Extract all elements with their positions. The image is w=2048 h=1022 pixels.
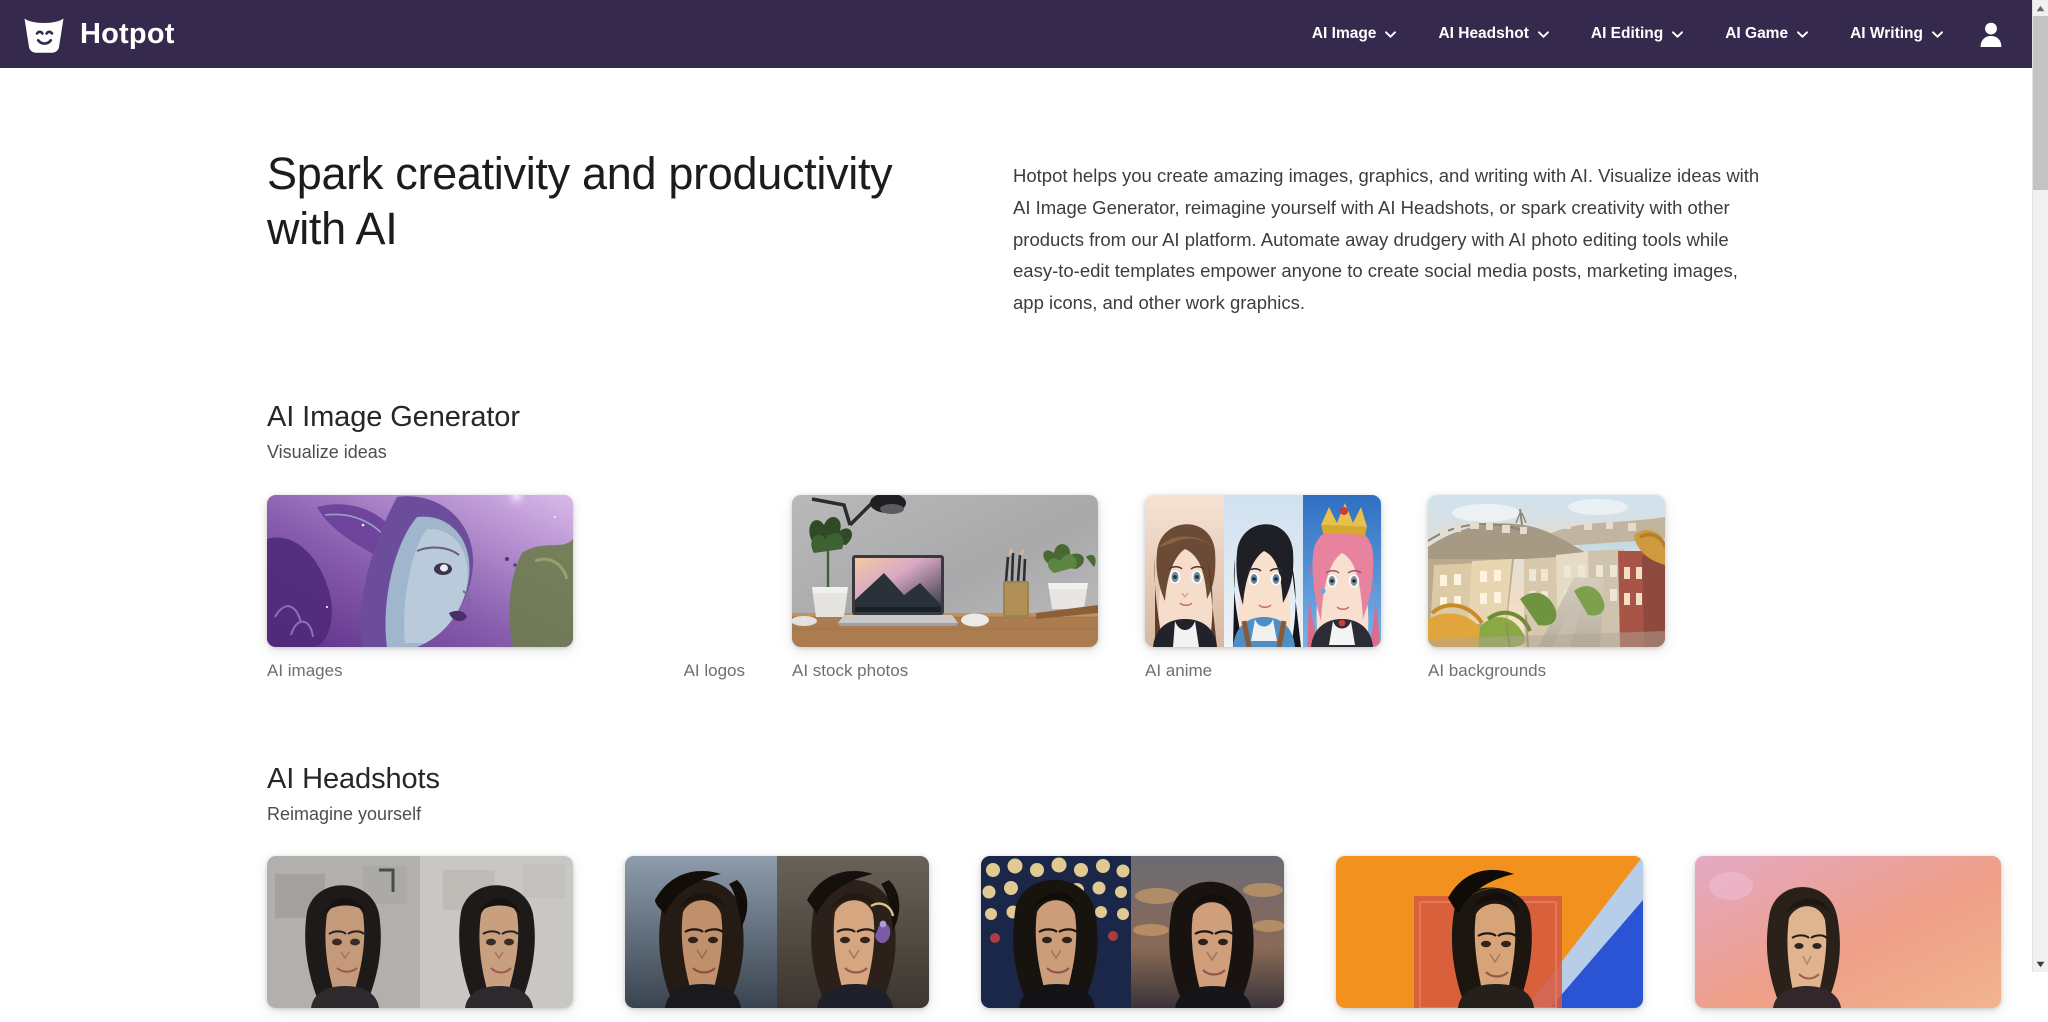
headshot-card-row — [267, 856, 2032, 1022]
product-card-ai-logos[interactable]: AI logos — [620, 495, 745, 681]
section-title: AI Headshots — [267, 762, 440, 795]
chevron-down-icon — [1797, 30, 1809, 38]
thumbnail-headshot-office-pair — [267, 856, 573, 1009]
product-card-label: AI logos — [683, 660, 745, 680]
page-title: Spark creativity and productivity with A… — [267, 148, 893, 255]
nav-item-label: AI Editing — [1590, 25, 1664, 42]
main-navigation: AI Image AI Headshot AI Editing AI Game — [1291, 11, 2032, 57]
nav-item-label: AI Image — [1311, 25, 1377, 42]
scroll-up-arrow-icon[interactable] — [2033, 0, 2048, 16]
chevron-down-icon — [1537, 30, 1549, 38]
headshot-card-office-pair[interactable] — [267, 856, 573, 1022]
thumbnail-anime-girls-triptych — [1145, 494, 1381, 647]
thumbnail-headshot-pink-portrait — [1695, 856, 2001, 1009]
product-card-label: AI images — [267, 660, 343, 680]
section-ai-headshots: AI Headshots Reimagine yourself — [267, 761, 2032, 1022]
chevron-down-icon — [1385, 30, 1397, 38]
hero-section: Spark creativity and productivity with A… — [267, 68, 2032, 319]
hotpot-smiley-pot-icon — [24, 18, 64, 53]
product-card-label: AI anime — [1145, 660, 1213, 680]
headshot-card-orange-graphic[interactable] — [1336, 856, 1643, 1022]
chevron-down-icon — [1672, 30, 1684, 38]
thumbnail-desk-laptop-photo — [792, 494, 1098, 647]
product-card-ai-images[interactable]: AI images — [267, 494, 573, 681]
thumbnail-headshot-dark-hair-pair — [625, 856, 929, 1009]
brand-name: Hotpot — [80, 17, 175, 50]
page-body: Spark creativity and productivity with A… — [0, 68, 2032, 1009]
scrollbar-thumb[interactable] — [2033, 16, 2048, 190]
nav-item-ai-game[interactable]: AI Game — [1704, 17, 1829, 51]
section-subtitle: Reimagine yourself — [267, 804, 422, 825]
thumbnail-headshot-bokeh-pair — [981, 856, 1284, 1009]
thumbnail-placeholder-empty — [620, 495, 745, 647]
product-card-ai-stock-photos[interactable]: AI stock photos — [792, 494, 1098, 681]
nav-item-label: AI Game — [1725, 25, 1789, 42]
product-card-ai-backgrounds[interactable]: AI backgrounds — [1428, 494, 1665, 681]
section-ai-image-generator: AI Image Generator Visualize ideas AI im… — [267, 399, 2032, 681]
nav-item-label: AI Headshot — [1438, 25, 1529, 42]
nav-item-label: AI Writing — [1850, 25, 1923, 42]
section-subtitle: Visualize ideas — [267, 442, 387, 463]
headshot-card-pink-portrait[interactable] — [1695, 856, 2001, 1022]
brand-logo-link[interactable]: Hotpot — [22, 14, 175, 54]
nav-item-ai-headshot[interactable]: AI Headshot — [1417, 17, 1569, 51]
thumbnail-fantasy-elf-portrait — [267, 494, 573, 647]
nav-item-ai-writing[interactable]: AI Writing — [1829, 17, 1964, 51]
nav-item-ai-editing[interactable]: AI Editing — [1570, 17, 1704, 51]
headshot-card-bokeh-pair[interactable] — [981, 856, 1284, 1022]
product-card-label: AI stock photos — [792, 660, 909, 680]
user-avatar-icon — [1980, 22, 2002, 47]
page-scrollbar[interactable] — [2032, 0, 2048, 972]
chevron-down-icon — [1932, 30, 1943, 38]
hero-description: Hotpot helps you create amazing images, … — [1013, 165, 1760, 314]
scroll-down-arrow-icon[interactable] — [2033, 956, 2048, 972]
product-card-ai-anime[interactable]: AI anime — [1145, 494, 1381, 681]
product-card-row: AI images AI logos AI stock photos AI an… — [267, 494, 2032, 681]
section-title: AI Image Generator — [267, 401, 520, 434]
account-menu-button[interactable] — [1968, 11, 2014, 57]
site-header: Hotpot AI Image AI Headshot AI Editing A… — [0, 0, 2032, 68]
scrollbar-track[interactable] — [2033, 16, 2048, 956]
nav-item-ai-image[interactable]: AI Image — [1291, 17, 1418, 51]
content-container: Spark creativity and productivity with A… — [0, 68, 2032, 1022]
thumbnail-city-hill-painting — [1428, 494, 1665, 647]
product-card-label: AI backgrounds — [1428, 660, 1547, 680]
headshot-card-dark-hair-pair[interactable] — [625, 856, 929, 1022]
thumbnail-headshot-orange-graphic — [1336, 856, 1643, 1009]
